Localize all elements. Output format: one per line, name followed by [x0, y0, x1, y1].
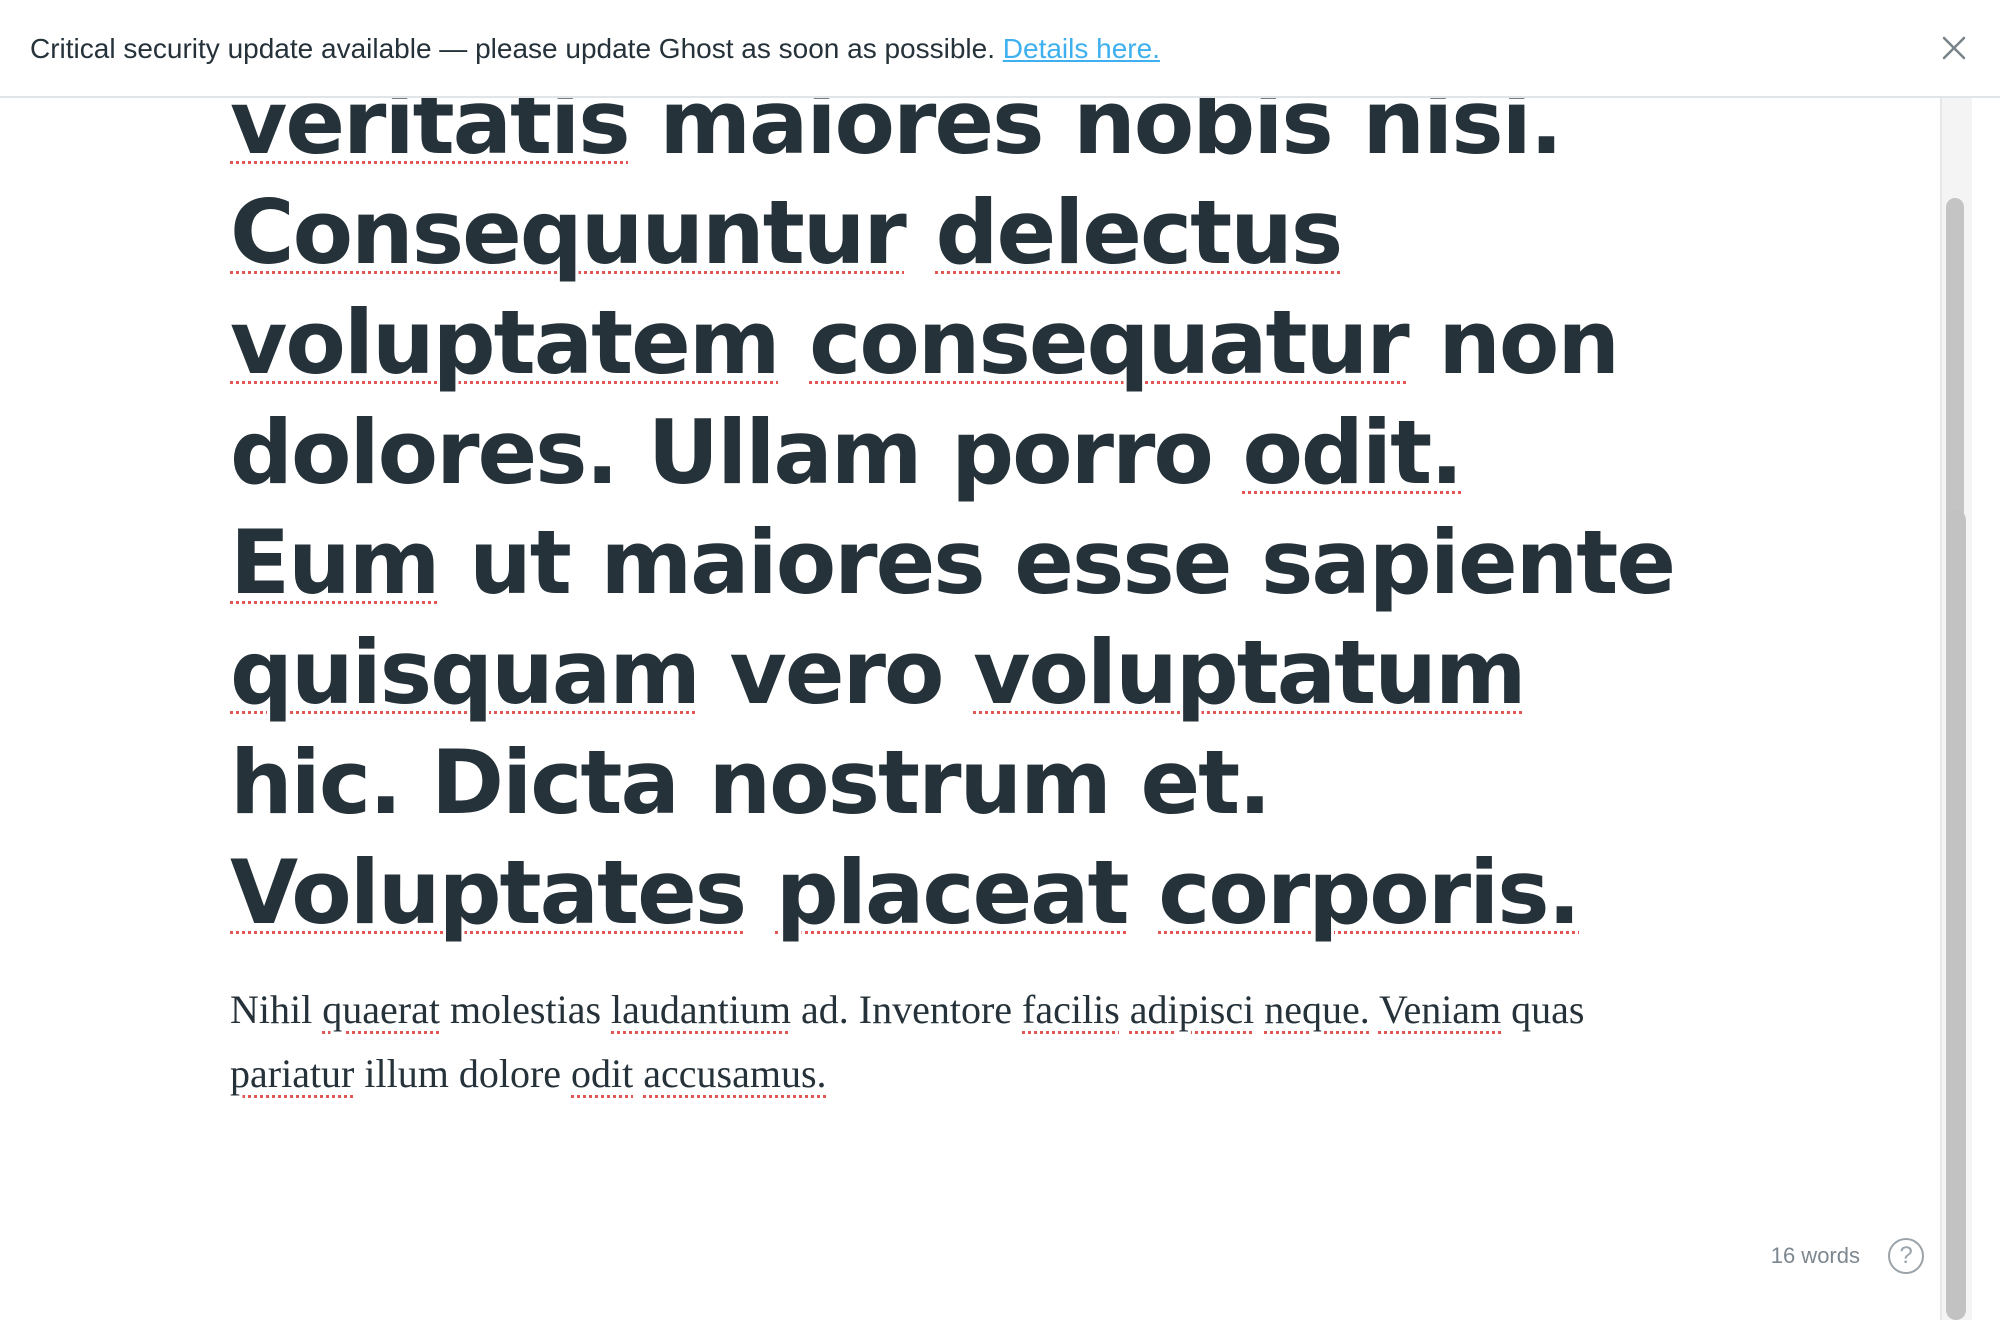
title-word: non [1438, 291, 1620, 394]
title-word: veritatis [230, 98, 631, 174]
body-word: adipisci [1129, 987, 1255, 1032]
title-word: Voluptates [230, 841, 747, 944]
scrollbar-thumb-shadow [1946, 198, 1964, 528]
body-word: laudantium [611, 987, 791, 1032]
title-word: nisi. [1362, 98, 1563, 174]
title-word: vero [729, 621, 945, 724]
title-word: Consequuntur [230, 181, 907, 284]
body-word: quaerat [322, 987, 440, 1032]
title-word: esse [1014, 511, 1232, 614]
post-editor: veritatis maiores nobis nisi. Consequunt… [0, 98, 1940, 1320]
title-word: sapiente [1261, 511, 1676, 614]
body-word: quas [1511, 987, 1585, 1032]
title-word: quisquam [230, 621, 701, 724]
title-word: et. [1140, 731, 1271, 834]
title-word: Dicta [431, 731, 680, 834]
word-count: 16 words [1770, 1243, 1860, 1268]
body-word: accusamus. [643, 1051, 827, 1096]
title-word: nobis [1073, 98, 1334, 174]
body-word: dolore [458, 1051, 562, 1096]
title-word: ut [469, 511, 572, 614]
banner-message-text: Critical security update available — ple… [30, 33, 995, 64]
title-word: voluptatem [230, 291, 781, 394]
post-body-paragraph[interactable]: Nihil quaerat molestias laudantium ad. I… [230, 978, 1690, 1106]
help-circle-icon[interactable]: ? [1888, 1238, 1924, 1274]
body-word: Veniam [1378, 987, 1502, 1032]
title-word: voluptatum [973, 621, 1526, 724]
body-word: pariatur [230, 1051, 355, 1096]
scrollbar-thumb[interactable] [1946, 510, 1966, 1320]
title-word: maiores [659, 98, 1044, 174]
body-word: molestias [449, 987, 602, 1032]
title-word: porro [951, 401, 1214, 504]
title-word: hic. [230, 731, 402, 834]
title-word: delectus [935, 181, 1343, 284]
close-icon[interactable] [1936, 30, 1972, 66]
body-word: Nihil [230, 987, 313, 1032]
body-word: illum [364, 1051, 449, 1096]
banner-message: Critical security update available — ple… [30, 30, 1160, 68]
title-word: consequatur [809, 291, 1409, 394]
notification-banner: Critical security update available — ple… [0, 0, 2000, 98]
body-word: neque. [1264, 987, 1370, 1032]
title-word: Ullam [647, 401, 923, 504]
title-word: corporis. [1158, 841, 1581, 944]
title-word: Eum [230, 511, 440, 614]
body-word: ad. [801, 987, 849, 1032]
body-word: Inventore [858, 987, 1013, 1032]
title-word: placeat [775, 841, 1130, 944]
title-word: odit. [1242, 401, 1463, 504]
body-word: facilis [1022, 987, 1120, 1032]
title-word: maiores [600, 511, 985, 614]
details-link[interactable]: Details here. [1003, 33, 1160, 64]
post-title[interactable]: veritatis maiores nobis nisi. Consequunt… [230, 98, 1690, 948]
title-word: nostrum [708, 731, 1112, 834]
body-word: odit [571, 1051, 634, 1096]
title-word: dolores. [230, 401, 619, 504]
